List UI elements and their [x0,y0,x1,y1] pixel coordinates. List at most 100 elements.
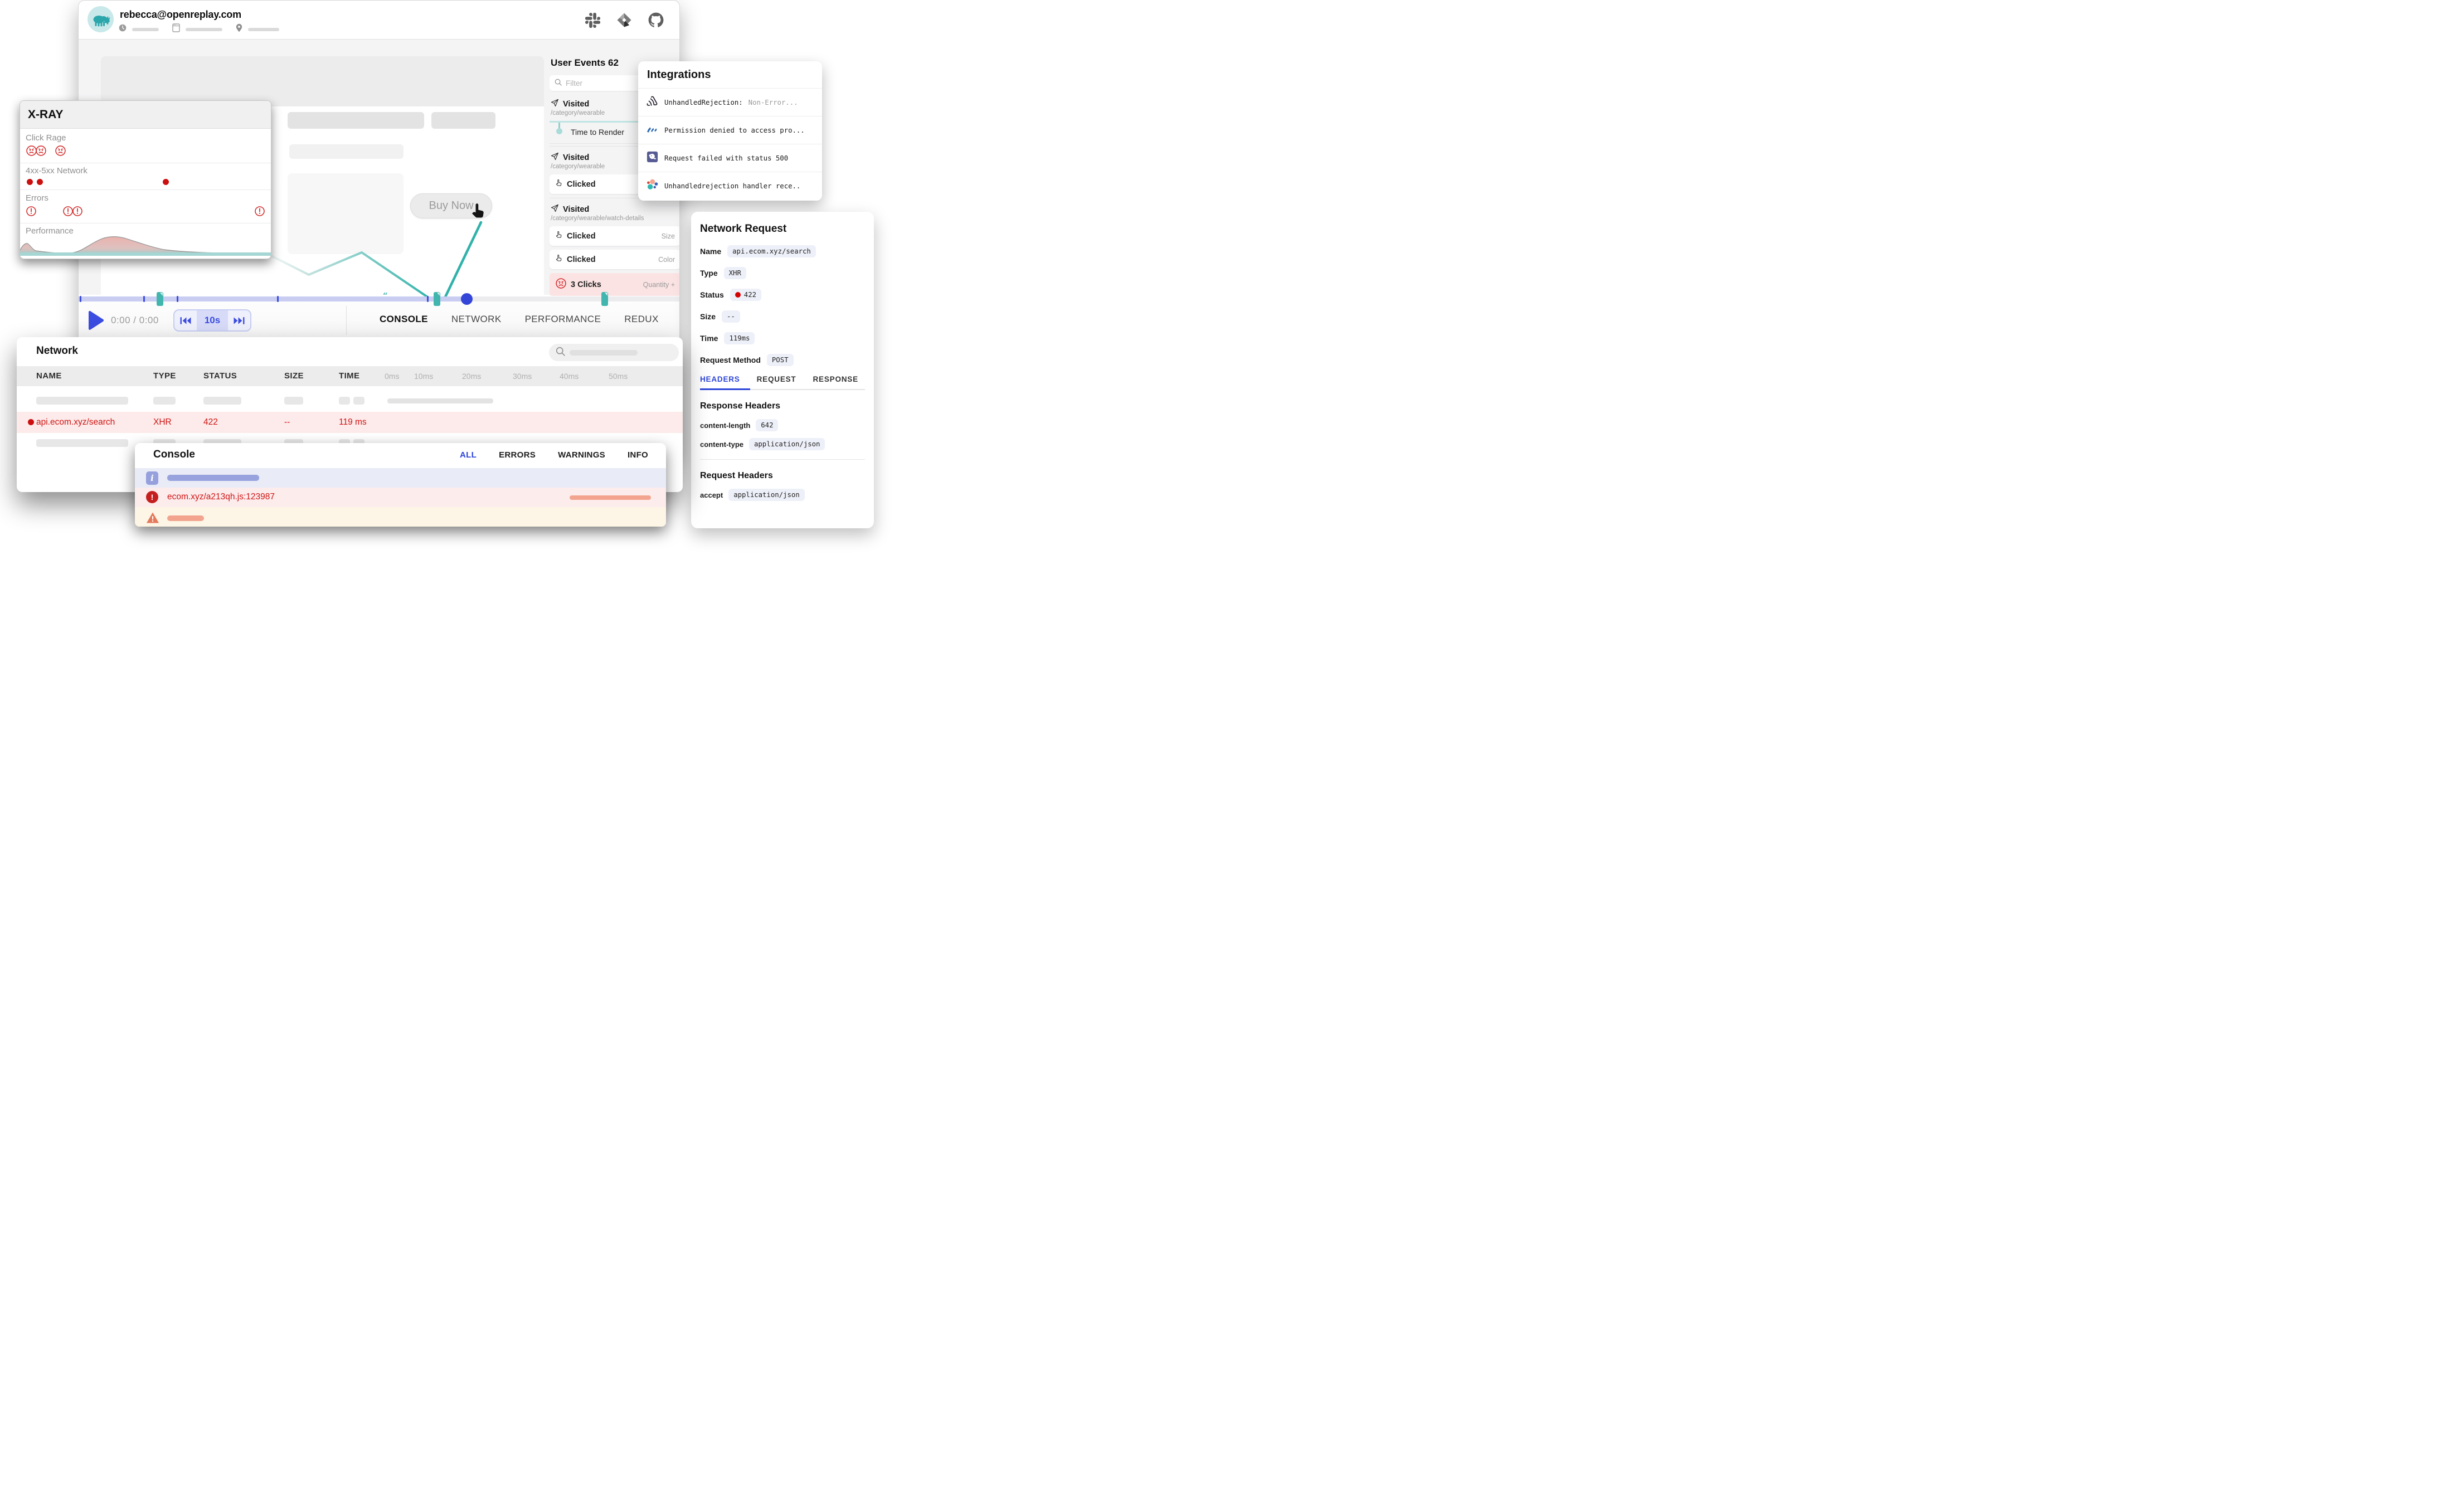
column-header-status[interactable]: STATUS [203,371,237,381]
play-button[interactable] [88,310,104,333]
session-meta-placeholders [119,23,279,35]
console-devtools-panel: Console ALLERRORSWARNINGSINFO i ! ecom.x… [135,443,666,527]
cell-skeleton-bar [353,397,365,405]
network-panel-title: Network [36,345,78,357]
skip-forward-button[interactable] [228,310,250,330]
time-tick-label: 10ms [414,372,433,381]
event-clicked[interactable]: ClickedColor [550,250,680,269]
jira-icon[interactable] [616,12,633,31]
timeline-event-tick[interactable] [277,296,279,302]
status-error-dot [735,292,741,298]
value-chip: -- [722,310,740,323]
tab-console[interactable]: CONSOLE [380,314,428,325]
column-header-size[interactable]: SIZE [284,371,304,381]
search-icon [555,79,562,87]
network-error-dot[interactable] [37,179,43,185]
product-image-skeleton [288,173,404,254]
integrations-title: Integrations [638,61,822,88]
tab-network[interactable]: NETWORK [451,314,502,325]
event-label: 3 Clicks [571,280,601,289]
event-visited[interactable]: Visited [551,204,680,215]
event-rage-clicks[interactable]: 3 Clicks Quantity + [550,273,680,296]
integration-row[interactable]: Unhandledrejection handler rece.. [638,172,822,199]
performance-label: Performance [20,223,271,236]
integration-row[interactable]: UnhandledRejection:Non-Error... [638,88,822,116]
value-chip: application/json [728,489,804,501]
browser-icon [172,23,180,35]
event-label: Clicked [567,180,596,189]
console-warning-row[interactable] [135,507,666,527]
github-icon[interactable] [648,12,664,31]
request-field-time: Time119ms [700,331,865,346]
error-placeholder-bar [570,495,651,500]
tab-headers[interactable]: HEADERS [700,375,740,389]
network-row-skeleton[interactable] [17,391,683,412]
error-marker-icon[interactable] [26,206,37,220]
error-marker-icon[interactable] [254,206,265,220]
errors-label: Errors [20,190,271,203]
log-placeholder-bar [167,475,259,481]
timeline-playhead[interactable] [461,293,473,305]
timeline-event-tick[interactable] [80,296,81,302]
tab-all[interactable]: ALL [460,450,477,460]
paper-plane-icon [551,99,559,109]
integration-row[interactable]: Permission denied to access pro... [638,116,822,144]
timeline-event-tick[interactable] [143,296,145,302]
paper-plane-icon [551,152,559,163]
timeline-page-marker[interactable] [601,292,608,306]
timeline-page-marker[interactable] [157,292,163,306]
field-label: Status [700,290,724,299]
tab-redux[interactable]: REDUX [624,314,659,325]
rage-face-icon[interactable] [35,145,47,159]
column-header-type[interactable]: TYPE [153,371,176,381]
tab-response[interactable]: RESPONSE [813,375,858,389]
tab-info[interactable]: INFO [628,450,648,460]
slack-icon[interactable] [585,13,600,31]
event-clicked[interactable]: ClickedSize [550,226,680,246]
event-label: Visited [563,205,589,214]
network-error-dot[interactable] [163,179,169,185]
xray-click-rage-section: Click Rage [20,129,271,163]
xray-title: X-RAY [20,101,271,129]
console-info-row[interactable]: i [135,468,666,488]
buy-now-label: Buy Now [429,199,473,212]
network-row-error[interactable]: api.ecom.xyz/searchXHR422--119 ms [17,412,683,433]
tab-warnings[interactable]: WARNINGS [558,450,605,460]
console-error-row[interactable]: ! ecom.xyz/a213qh.js:123987 [135,488,666,507]
user-events-count: 62 [608,57,619,68]
column-header-time[interactable]: TIME [339,371,359,381]
time-display: 0:00 / 0:00 [111,315,159,326]
integration-message: Unhandledrejection handler rece.. [664,182,800,190]
header-row-content-length: content-length642 [700,419,865,431]
rage-face-icon[interactable] [55,145,66,159]
timeline-page-marker[interactable] [434,292,440,306]
controls-divider [346,306,347,335]
xray-performance-section: Performance [20,223,271,259]
player-tool-tabs: CONSOLE NETWORK PERFORMANCE REDUX [380,314,659,325]
event-target: Quantity + [643,281,675,289]
tab-request[interactable]: REQUEST [757,375,796,389]
tab-performance[interactable]: PERFORMANCE [525,314,601,325]
network-request-tabs: HEADERS REQUEST RESPONSE [700,375,865,390]
network-request-title: Network Request [700,223,865,235]
replay-timeline[interactable]: “ [79,296,680,301]
integration-row[interactable]: Request failed with status 500 [638,144,822,172]
header-label: content-type [700,440,743,449]
tab-errors[interactable]: ERRORS [499,450,536,460]
search-icon [556,347,565,359]
column-header-name[interactable]: NAME [36,371,62,381]
error-marker-icon[interactable] [72,206,83,220]
time-tick-label: 50ms [609,372,628,381]
timeline-quote-marker[interactable]: “ [383,291,387,301]
timeline-event-tick[interactable] [177,296,178,302]
field-label: Request Method [700,356,761,364]
network-search-field[interactable] [549,344,679,361]
clock-icon [119,24,127,35]
skip-amount-label[interactable]: 10s [197,310,228,330]
headers-divider [700,459,865,460]
cell-skeleton-bar [203,397,241,405]
timeline-event-tick[interactable] [427,296,429,302]
skip-back-button[interactable] [174,310,197,330]
network-error-dot[interactable] [27,179,33,185]
error-source-text: ecom.xyz/a213qh.js:123987 [167,492,275,502]
